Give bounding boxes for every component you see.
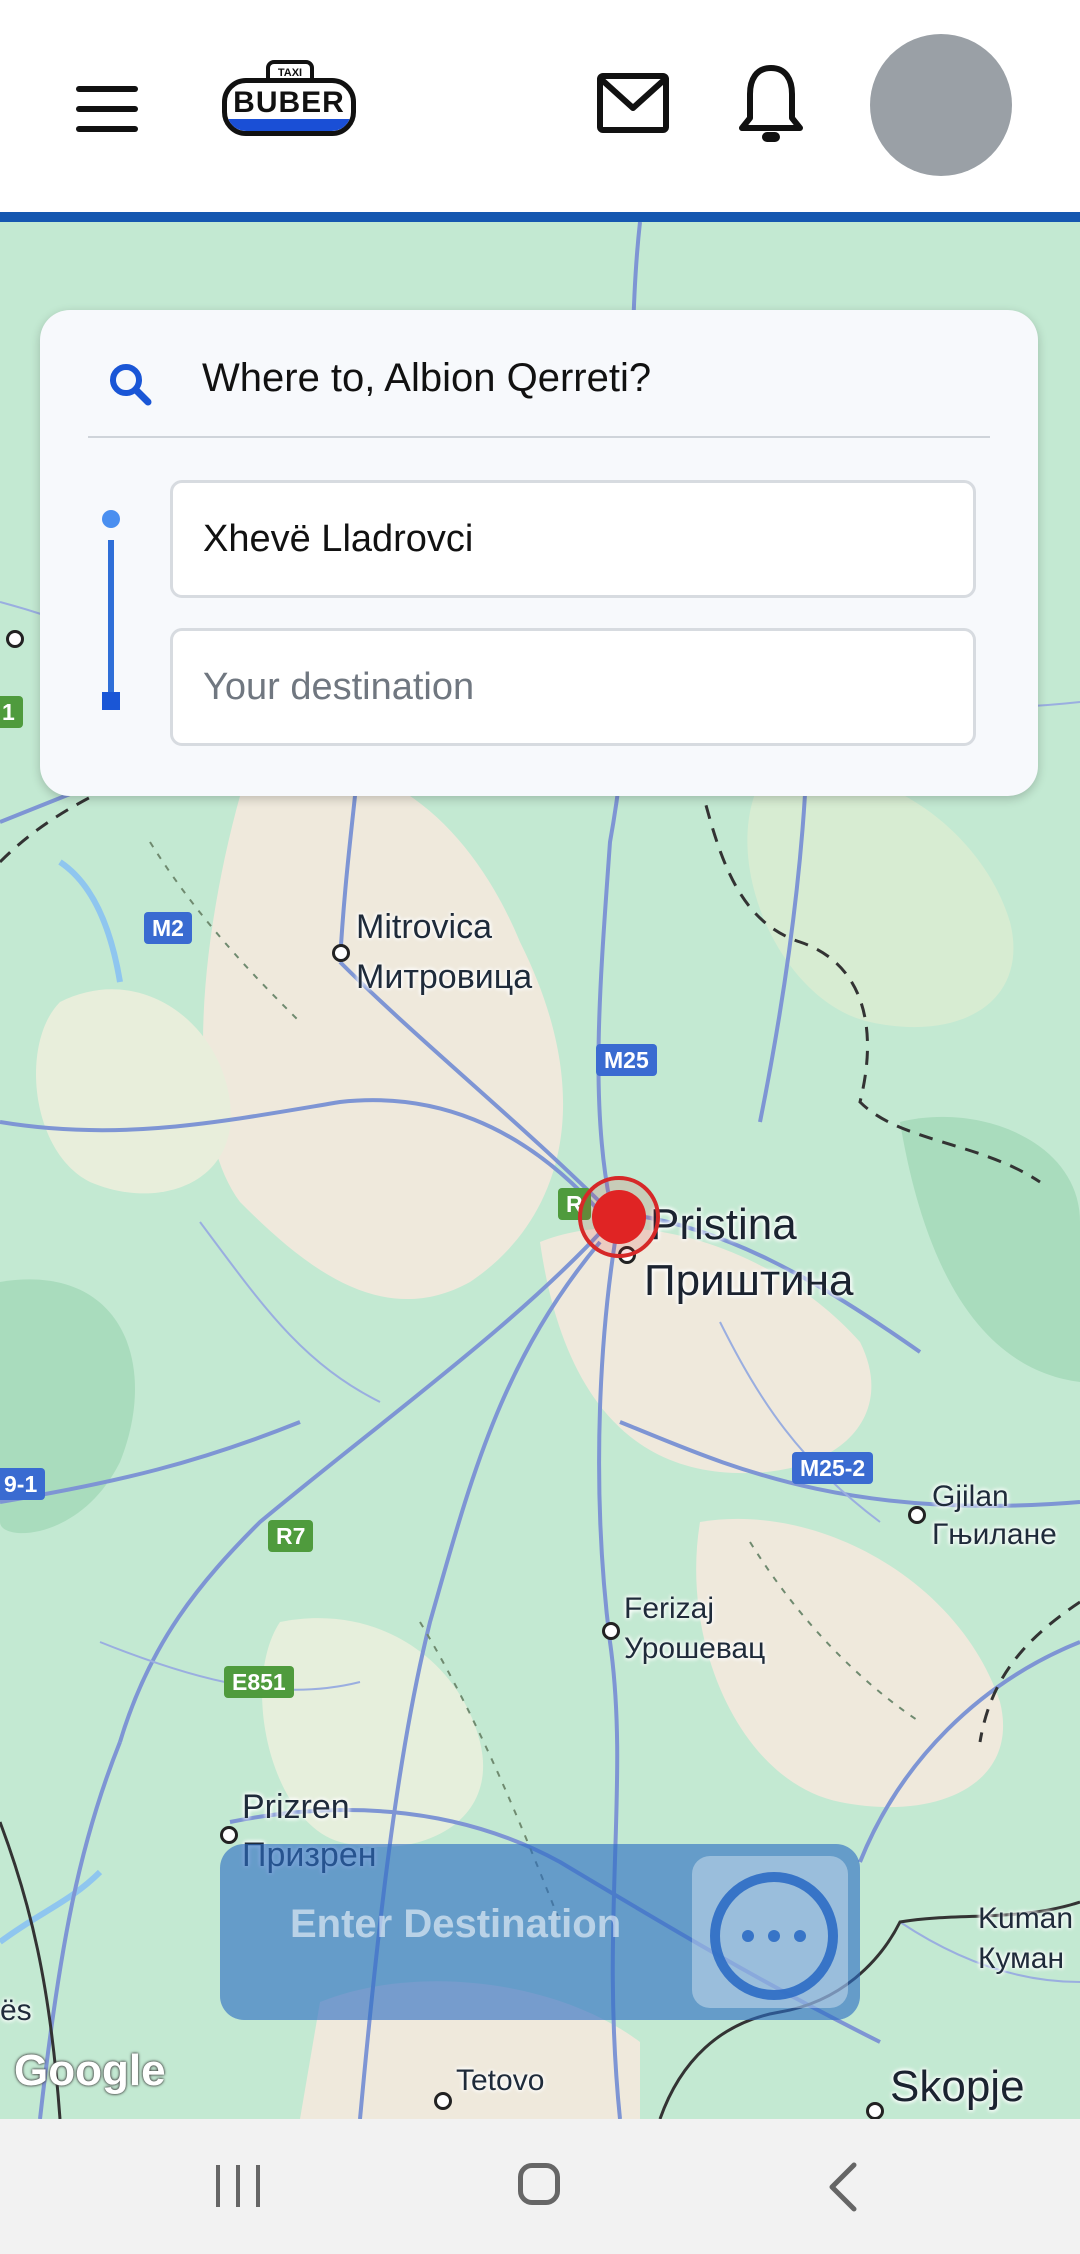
map-label-skopje: Skopje	[890, 2062, 1025, 2111]
notification-bell-icon[interactable]	[738, 62, 804, 148]
enter-destination-button[interactable]: Enter Destination	[220, 1844, 860, 2020]
city-marker-prizren	[220, 1826, 238, 1844]
city-marker-skopje	[866, 2102, 884, 2119]
map-label-gjilan-cyr: Гњилане	[932, 1518, 1057, 1551]
city-marker-gjilan	[908, 1506, 926, 1524]
city-marker-edge	[6, 630, 24, 648]
map-label-mitrovica-cyr: Митровица	[356, 958, 533, 996]
map-label-ferizaj-cyr: Урошевац	[624, 1632, 766, 1665]
road-shield-m2: M2	[144, 912, 192, 944]
search-prompt[interactable]: Where to, Albion Qerreti?	[202, 356, 651, 401]
more-dots-icon	[710, 1872, 838, 2000]
trip-search-card: Where to, Albion Qerreti?	[40, 310, 1038, 796]
logo-text: BUBER	[233, 86, 345, 119]
user-avatar[interactable]	[870, 34, 1012, 176]
recent-apps-icon[interactable]	[214, 2165, 262, 2209]
menu-icon[interactable]	[76, 86, 138, 132]
map-label-prizren: Prizren	[242, 1788, 350, 1826]
buber-logo: TAXI BUBER	[218, 56, 364, 148]
more-options-button[interactable]	[692, 1856, 848, 2008]
back-icon[interactable]	[824, 2159, 864, 2215]
city-marker-tetovo	[434, 2092, 452, 2110]
map-label-kumanovo: Kuman	[978, 1902, 1074, 1935]
road-shield-r7: R7	[268, 1520, 314, 1552]
city-marker-mitrovica	[332, 944, 350, 962]
map-label-gjilan: Gjilan	[932, 1480, 1009, 1513]
map-label-pristina-cyr: Приштина	[644, 1256, 854, 1305]
route-start-dot	[102, 510, 120, 528]
map-label-kumanovo-cyr: Куман	[978, 1942, 1065, 1975]
route-end-square	[102, 692, 120, 710]
route-connector-line	[108, 540, 114, 696]
google-attribution: Google	[14, 2046, 166, 2095]
search-icon[interactable]	[106, 360, 154, 408]
road-shield-e851: E851	[224, 1666, 294, 1698]
city-marker-ferizaj	[602, 1622, 620, 1640]
map-label-ferizaj: Ferizaj	[624, 1592, 715, 1625]
map-label-tetovo: Tetovo	[456, 2064, 545, 2097]
app-header: TAXI BUBER	[0, 0, 1080, 222]
map-label-pristina: Pristina	[650, 1200, 797, 1249]
map-label-mitrovica: Mitrovica	[356, 908, 493, 946]
card-divider	[88, 436, 990, 438]
road-shield-m25: M25	[596, 1044, 657, 1076]
system-navigation-bar	[0, 2119, 1080, 2254]
road-shield-left: 1	[0, 696, 23, 728]
road-shield-9-1: 9-1	[0, 1468, 46, 1500]
enter-destination-label: Enter Destination	[290, 1902, 622, 1946]
pickup-location-input[interactable]	[170, 480, 976, 598]
map-label-edge: ës	[0, 1994, 32, 2027]
mail-icon[interactable]	[596, 70, 670, 136]
road-shield-m25-2: M25-2	[792, 1452, 874, 1484]
current-location-pin[interactable]	[578, 1176, 660, 1258]
destination-input[interactable]	[170, 628, 976, 746]
home-icon[interactable]	[518, 2163, 560, 2205]
